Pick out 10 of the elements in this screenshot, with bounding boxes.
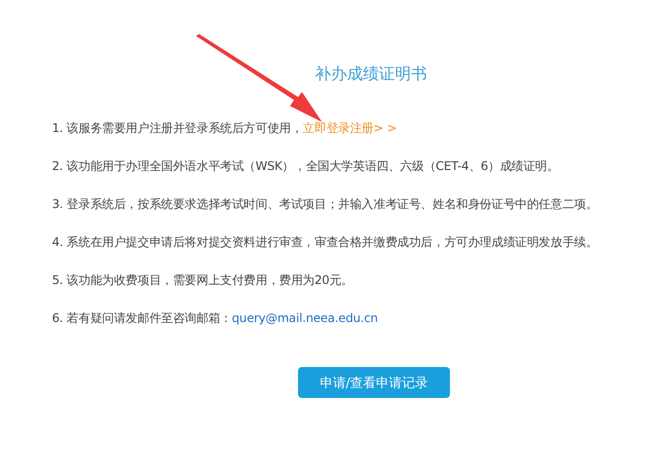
instruction-text: 1. 该服务需要用户注册并登录系统后方可使用，立即登录注册> >: [52, 120, 398, 137]
instruction-text: 6. 若有疑问请发邮件至咨询邮箱：query@mail.neea.edu.cn: [52, 310, 379, 327]
instruction-text: 3. 登录系统后，按系统要求选择考试时间、考试项目；并输入准考证号、姓名和身份证号中的任意二项。: [52, 196, 599, 213]
apply-button[interactable]: 申请/查看申请记录: [298, 367, 450, 398]
email-link[interactable]: query@mail.neea.edu.cn: [232, 311, 378, 325]
register-link[interactable]: 立即登录注册> >: [302, 121, 397, 135]
instruction-text: 2. 该功能用于办理全国外语水平考试（WSK），全国大学英语四、六级（CET-4、6）成绩证明。: [52, 158, 560, 175]
page-title: 补办成绩证明书: [315, 63, 428, 85]
instruction-text: 5. 该功能为收费项目，需要网上支付费用，费用为20元。: [52, 272, 354, 289]
instruction-text: 4. 系统在用户提交申请后将对提交资料进行审查，审查合格并缴费成功后，方可办理成绩证明发放手续。: [52, 234, 599, 251]
